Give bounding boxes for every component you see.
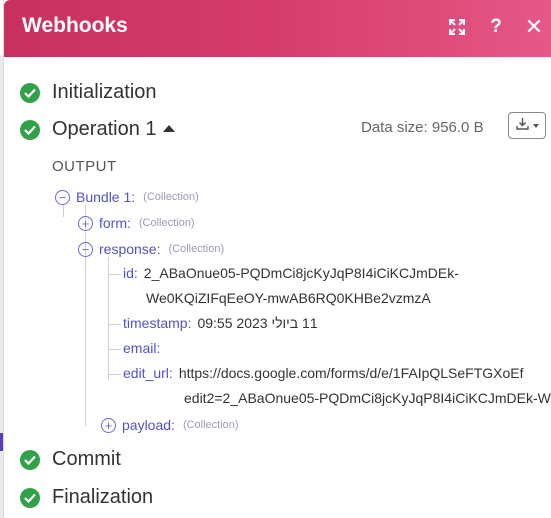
tree-key: edit_url:	[123, 365, 173, 381]
webhooks-output-panel: Webhooks ? ✕ Initialization Operation 1 …	[3, 0, 551, 518]
tree-type: (Collection)	[138, 217, 195, 229]
tree-key: payload:	[122, 417, 175, 433]
check-icon	[20, 449, 40, 470]
tree-value: 11 ביולי 2023 09:55	[197, 315, 318, 331]
tree-field-id: id: 2_ABaOnue05-PQDmCi8jcKyJqP8I4iCiKCJm…	[123, 265, 459, 281]
plus-circle-icon[interactable]: +	[101, 417, 116, 433]
output-heading: OUTPUT	[52, 158, 117, 175]
chevron-down-icon	[533, 123, 539, 128]
tree-line	[108, 257, 109, 380]
step-label: Finalization	[52, 486, 154, 508]
tree-line	[108, 274, 121, 275]
check-icon	[20, 82, 40, 103]
minus-circle-icon[interactable]: −	[78, 241, 93, 257]
tree-key: email:	[123, 340, 161, 356]
tree-key: Bundle 1:	[76, 189, 136, 205]
tree-line	[63, 205, 64, 217]
close-icon[interactable]: ✕	[521, 14, 547, 40]
tree-value: https://docs.google.com/forms/d/e/1FAIpQ…	[178, 365, 524, 381]
tree-field-timestamp: timestamp: 11 ביולי 2023 09:55	[123, 315, 318, 331]
check-icon	[20, 119, 40, 140]
step-operation-1[interactable]: Operation 1	[20, 118, 175, 141]
tree-key: response:	[99, 241, 161, 257]
tree-node-payload[interactable]: + payload: (Collection)	[101, 417, 239, 433]
tree-value-continued: edit2=2_ABaOnue05-PQDmCi8jcKyJqP8I4iCiKC…	[184, 390, 551, 406]
step-label: Initialization	[52, 81, 157, 103]
tree-value-continued: We0KQiZIFqEeOY-mwAB6RQ0KHBe2vzmzA	[146, 290, 431, 306]
tree-node-form[interactable]: + form: (Collection)	[78, 215, 195, 231]
tree-field-email: email:	[123, 340, 166, 356]
tree-key: id:	[123, 265, 138, 281]
help-icon[interactable]: ?	[483, 14, 509, 40]
step-label: Commit	[52, 448, 121, 470]
download-button[interactable]	[508, 112, 546, 139]
tree-line	[85, 205, 86, 426]
tree-type: (Collection)	[143, 191, 199, 203]
step-label: Operation 1	[52, 118, 157, 140]
step-finalization[interactable]: Finalization	[20, 486, 153, 509]
check-icon	[20, 487, 40, 508]
tree-line	[108, 374, 121, 375]
tree-field-edit-url: edit_url: https://docs.google.com/forms/…	[123, 365, 524, 381]
tree-type: (Collection)	[182, 419, 239, 431]
plus-circle-icon[interactable]: +	[78, 215, 93, 231]
tree-node-response[interactable]: − response: (Collection)	[78, 241, 224, 257]
step-commit[interactable]: Commit	[20, 448, 121, 471]
tree-line	[108, 349, 121, 350]
tree-value: 2_ABaOnue05-PQDmCi8jcKyJqP8I4iCiKCJmDEk-	[143, 265, 459, 281]
caret-up-icon[interactable]	[162, 125, 175, 132]
tree-key: form:	[99, 215, 131, 231]
panel-header: Webhooks ? ✕	[4, 0, 551, 57]
step-initialization[interactable]: Initialization	[20, 81, 157, 104]
data-size: Data size: 956.0 B	[361, 119, 484, 136]
download-icon	[515, 116, 530, 136]
tree-type: (Collection)	[168, 243, 225, 255]
expand-icon[interactable]	[444, 14, 470, 40]
minus-circle-icon[interactable]: −	[55, 189, 70, 205]
tree-node-bundle-1[interactable]: − Bundle 1: (Collection)	[55, 189, 199, 205]
panel-title: Webhooks	[22, 14, 128, 37]
tree-line	[108, 324, 121, 325]
tree-key: timestamp:	[123, 315, 192, 331]
